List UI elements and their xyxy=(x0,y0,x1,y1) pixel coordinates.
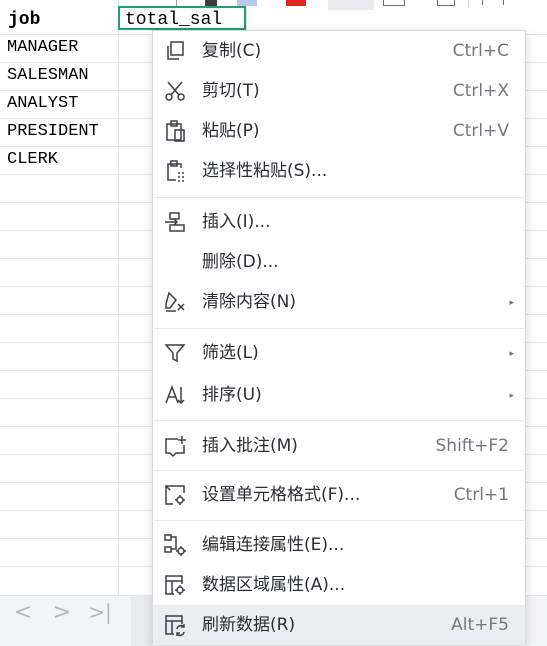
column-header-job[interactable]: job xyxy=(8,10,40,30)
clipboard-icon xyxy=(163,119,187,143)
menu-item-edit-connection-properties[interactable]: 编辑连接属性(E)... xyxy=(153,525,525,565)
merge-icon[interactable] xyxy=(437,0,455,6)
menu-item-sort[interactable]: 排序(U) ▸ xyxy=(153,375,525,415)
toolbar-dropdown[interactable] xyxy=(328,0,374,10)
fill-color-icon[interactable] xyxy=(237,0,257,6)
connection-settings-icon xyxy=(163,533,187,557)
toolbar-icon[interactable] xyxy=(176,0,191,6)
data-range-icon xyxy=(163,573,187,597)
menu-item-paste[interactable]: 粘贴(P) Ctrl+V xyxy=(153,111,525,151)
next-sheet-button[interactable]: > xyxy=(47,596,77,629)
paste-special-icon xyxy=(163,159,187,183)
submenu-arrow-icon: ▸ xyxy=(509,390,514,400)
selected-cell-outline xyxy=(118,6,246,30)
menu-item-format-cells[interactable]: 设置单元格格式(F)... Ctrl+1 xyxy=(153,475,525,515)
sheet-tab-area[interactable] xyxy=(131,596,152,646)
submenu-arrow-icon: ▸ xyxy=(509,297,514,307)
cell-job[interactable]: ANALYST xyxy=(7,94,78,113)
eraser-icon xyxy=(163,290,187,314)
bold-icon[interactable] xyxy=(205,0,217,6)
prev-sheet-button[interactable]: < xyxy=(8,596,38,629)
last-sheet-button[interactable]: >| xyxy=(85,596,115,629)
menu-item-delete[interactable]: 删除(D)... xyxy=(153,242,525,282)
menu-item-cut[interactable]: 剪切(T) Ctrl+X xyxy=(153,71,525,111)
filter-icon xyxy=(163,341,187,365)
font-color-icon[interactable] xyxy=(286,0,306,6)
refresh-data-icon xyxy=(163,613,187,637)
menu-item-filter[interactable]: 筛选(L) ▸ xyxy=(153,333,525,373)
cell-job[interactable]: CLERK xyxy=(7,150,58,169)
submenu-arrow-icon: ▸ xyxy=(509,348,514,358)
borders-icon[interactable] xyxy=(383,0,405,6)
context-menu: 复制(C) Ctrl+C 剪切(T) Ctrl+X 粘贴(P) Ctrl+V 选… xyxy=(152,30,526,645)
sort-icon xyxy=(163,383,187,407)
format-cells-icon xyxy=(163,483,187,507)
menu-item-paste-special[interactable]: 选择性粘贴(S)... xyxy=(153,151,525,191)
menu-item-insert-comment[interactable]: 插入批注(M) Shift+F2 xyxy=(153,426,525,466)
menu-item-data-range-properties[interactable]: 数据区域属性(A)... xyxy=(153,565,525,605)
toolbar-icon[interactable] xyxy=(482,0,504,5)
insert-icon xyxy=(163,210,187,234)
cell-job[interactable]: MANAGER xyxy=(7,38,78,57)
menu-item-clear-contents[interactable]: 清除内容(N) ▸ xyxy=(153,282,525,322)
copy-icon xyxy=(163,39,187,63)
menu-item-insert[interactable]: 插入(I)... xyxy=(153,202,525,242)
cell-job[interactable]: PRESIDENT xyxy=(7,122,99,141)
comment-add-icon xyxy=(163,434,187,458)
cell-job[interactable]: SALESMAN xyxy=(7,66,89,85)
menu-item-copy[interactable]: 复制(C) Ctrl+C xyxy=(153,31,525,71)
scissors-icon xyxy=(163,79,187,103)
menu-item-refresh-data[interactable]: 刷新数据(R) Alt+F5 xyxy=(153,605,525,645)
toolbar-divider xyxy=(468,0,469,8)
